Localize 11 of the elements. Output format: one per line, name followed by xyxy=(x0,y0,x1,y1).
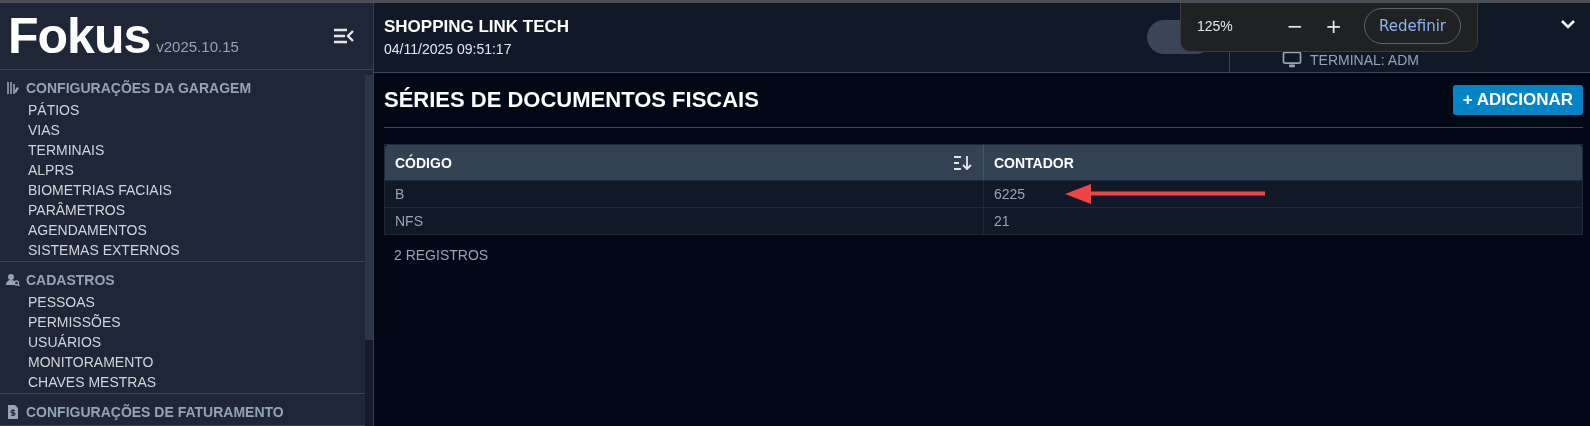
table-cell: NFS xyxy=(385,208,984,234)
company-name: SHOPPING LINK TECH xyxy=(384,17,571,37)
page-title: SÉRIES DE DOCUMENTOS FISCAIS xyxy=(384,87,759,113)
terminal-label: TERMINAL: ADM xyxy=(1310,51,1419,68)
table-cell-text: 21 xyxy=(993,212,1011,231)
logo: Fokus xyxy=(8,11,151,61)
zoom-level: 125% xyxy=(1197,18,1234,34)
record-count: 2 REGISTROS xyxy=(393,246,490,265)
version-label: v2025.10.15 xyxy=(156,37,239,55)
datetime-label: 04/11/2025 09:51:17 xyxy=(384,41,513,57)
table-cell: 6225 xyxy=(984,181,1582,207)
